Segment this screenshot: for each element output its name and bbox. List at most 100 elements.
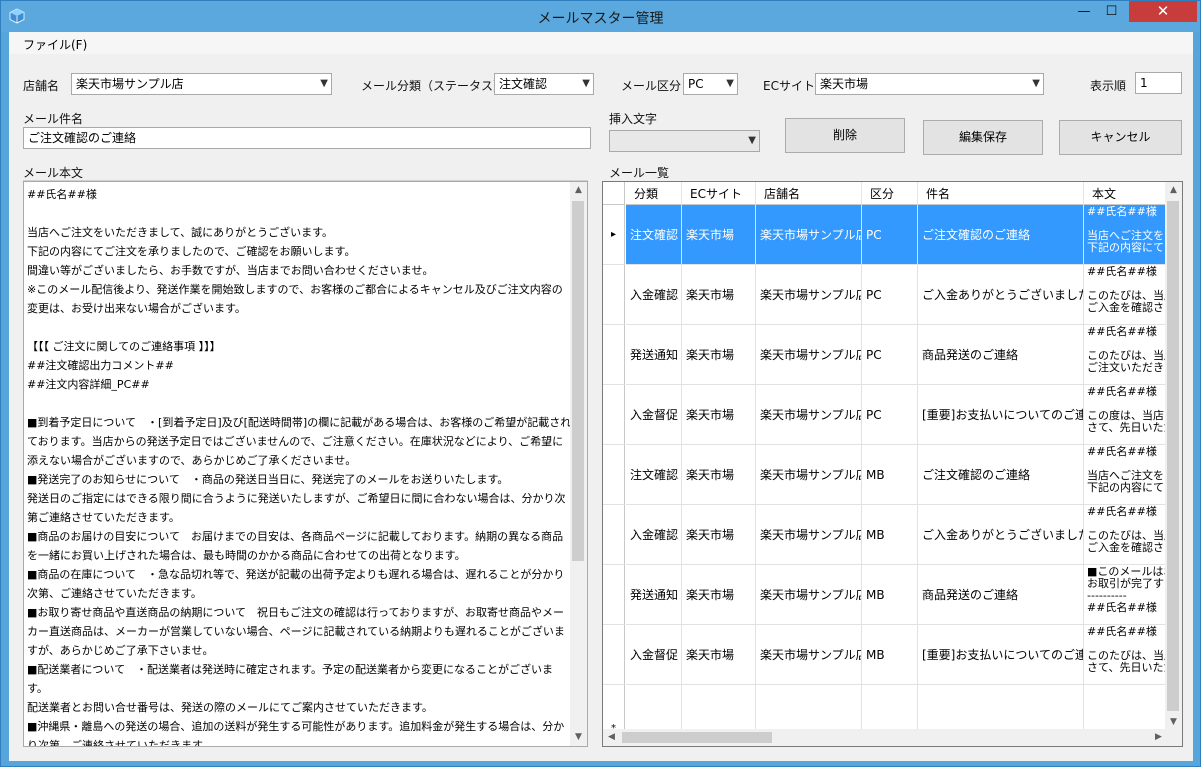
table-cell[interactable]: ##氏名##様 当店へご注文を 下記の内容にて bbox=[1084, 445, 1167, 505]
ec-select[interactable]: 楽天市場 ▼ bbox=[815, 73, 1044, 95]
table-cell[interactable]: 入金督促 bbox=[626, 385, 682, 445]
table-cell[interactable]: ##氏名##様 この度は、当店を さて、先日いただ bbox=[1084, 385, 1167, 445]
save-button[interactable]: 編集保存 bbox=[923, 120, 1043, 155]
column-header[interactable]: 本文 bbox=[1084, 182, 1167, 205]
table-cell[interactable]: 入金督促 bbox=[626, 625, 682, 685]
cancel-button[interactable]: キャンセル bbox=[1059, 120, 1182, 155]
table-cell[interactable]: 楽天市場サンプル店 bbox=[756, 505, 862, 565]
grid-vertical-scrollbar[interactable]: ▲ ▼ bbox=[1165, 182, 1182, 731]
table-cell[interactable]: ご注文確認のご連絡 bbox=[918, 205, 1084, 265]
table-cell[interactable]: [重要]お支払いについてのご連絡 bbox=[918, 625, 1084, 685]
table-cell[interactable]: PC bbox=[862, 325, 918, 385]
minimize-icon[interactable]: — bbox=[1070, 1, 1098, 22]
table-cell[interactable]: 入金確認 bbox=[626, 505, 682, 565]
table-row[interactable]: 入金確認 楽天市場 楽天市場サンプル店 PC ご入金ありがとうございました ##氏名##様… bbox=[603, 265, 1167, 325]
table-row[interactable]: 入金確認 楽天市場 楽天市場サンプル店 MB ご入金ありがとうございました ##氏名##様… bbox=[603, 505, 1167, 565]
new-row-marker[interactable]: * bbox=[603, 685, 625, 731]
table-cell[interactable] bbox=[1084, 685, 1167, 731]
table-cell[interactable] bbox=[918, 685, 1084, 731]
grid-horizontal-scrollbar[interactable]: ◀ ▶ bbox=[603, 729, 1167, 746]
table-cell[interactable]: 楽天市場サンプル店 bbox=[756, 445, 862, 505]
table-cell[interactable]: 楽天市場 bbox=[682, 505, 756, 565]
category-select[interactable]: 注文確認 ▼ bbox=[494, 73, 594, 95]
table-row[interactable]: 発送通知 楽天市場 楽天市場サンプル店 MB 商品発送のご連絡 ■このメールはお お取引が… bbox=[603, 565, 1167, 625]
table-row[interactable]: 発送通知 楽天市場 楽天市場サンプル店 PC 商品発送のご連絡 ##氏名##様 このたびは… bbox=[603, 325, 1167, 385]
row-header[interactable] bbox=[603, 325, 625, 385]
table-cell[interactable]: 発送通知 bbox=[626, 325, 682, 385]
scrollbar-thumb[interactable] bbox=[1167, 201, 1179, 711]
menu-file[interactable]: ファイル(F) bbox=[23, 36, 87, 53]
subject-input[interactable]: ご注文確認のご連絡 bbox=[23, 127, 591, 149]
insert-select[interactable]: ▼ bbox=[609, 130, 760, 152]
table-cell[interactable]: 発送通知 bbox=[626, 565, 682, 625]
table-row[interactable]: 入金督促 楽天市場 楽天市場サンプル店 MB [重要]お支払いについてのご連絡 ##氏名#… bbox=[603, 625, 1167, 685]
table-cell[interactable]: 楽天市場サンプル店 bbox=[756, 625, 862, 685]
table-cell[interactable]: 楽天市場サンプル店 bbox=[756, 205, 862, 265]
table-cell[interactable]: 商品発送のご連絡 bbox=[918, 325, 1084, 385]
table-row[interactable]: 注文確認 楽天市場 楽天市場サンプル店 MB ご注文確認のご連絡 ##氏名##様 当店へご… bbox=[603, 445, 1167, 505]
scrollbar-thumb[interactable] bbox=[622, 732, 772, 743]
table-cell[interactable] bbox=[682, 685, 756, 731]
column-header[interactable]: 分類 bbox=[626, 182, 682, 205]
table-cell[interactable]: ご注文確認のご連絡 bbox=[918, 445, 1084, 505]
row-header[interactable] bbox=[603, 565, 625, 625]
table-cell[interactable]: 楽天市場 bbox=[682, 565, 756, 625]
table-cell[interactable] bbox=[756, 685, 862, 731]
table-cell[interactable]: ##氏名##様 このたびは、当店 ご注文いただきま bbox=[1084, 325, 1167, 385]
row-header[interactable] bbox=[603, 445, 625, 505]
table-cell[interactable] bbox=[626, 685, 682, 731]
table-cell[interactable]: ##氏名##様 このたびは、当店 さて、先日いただ bbox=[1084, 625, 1167, 685]
scroll-down-icon[interactable]: ▼ bbox=[570, 729, 587, 746]
column-header[interactable]: 店舗名 bbox=[756, 182, 862, 205]
table-cell[interactable]: 楽天市場 bbox=[682, 385, 756, 445]
table-cell[interactable]: ##氏名##様 当店へご注文を 下記の内容にて bbox=[1084, 205, 1167, 265]
table-cell[interactable]: 楽天市場 bbox=[682, 625, 756, 685]
table-cell[interactable]: MB bbox=[862, 625, 918, 685]
title-bar[interactable]: メールマスター管理 — ☐ ✕ bbox=[1, 1, 1200, 32]
table-cell[interactable]: 注文確認 bbox=[626, 205, 682, 265]
shop-select[interactable]: 楽天市場サンプル店 ▼ bbox=[71, 73, 332, 95]
new-row[interactable]: * bbox=[603, 685, 1167, 731]
row-header[interactable]: ▸ bbox=[603, 205, 625, 265]
table-cell[interactable]: ##氏名##様 このたびは、当店 ご入金を確認さ bbox=[1084, 265, 1167, 325]
body-scrollbar[interactable]: ▲ ▼ bbox=[570, 182, 587, 746]
table-cell[interactable]: MB bbox=[862, 445, 918, 505]
table-cell[interactable]: ご入金ありがとうございました bbox=[918, 265, 1084, 325]
column-header[interactable]: ECサイト bbox=[682, 182, 756, 205]
table-cell[interactable]: ##氏名##様 このたびは、当店 ご入金を確認さ bbox=[1084, 505, 1167, 565]
table-cell[interactable]: 楽天市場 bbox=[682, 265, 756, 325]
table-cell[interactable]: 注文確認 bbox=[626, 445, 682, 505]
table-cell[interactable]: 楽天市場 bbox=[682, 205, 756, 265]
table-cell[interactable]: MB bbox=[862, 505, 918, 565]
table-cell[interactable]: PC bbox=[862, 265, 918, 325]
table-cell[interactable] bbox=[862, 685, 918, 731]
table-cell[interactable]: 商品発送のご連絡 bbox=[918, 565, 1084, 625]
table-cell[interactable]: [重要]お支払いについてのご連絡 bbox=[918, 385, 1084, 445]
table-row[interactable]: ▸ 注文確認 楽天市場 楽天市場サンプル店 PC ご注文確認のご連絡 ##氏名##様 当店へ… bbox=[603, 205, 1167, 265]
table-cell[interactable]: MB bbox=[862, 565, 918, 625]
column-header[interactable]: 区分 bbox=[862, 182, 918, 205]
table-cell[interactable]: 楽天市場サンプル店 bbox=[756, 385, 862, 445]
table-cell[interactable]: PC bbox=[862, 205, 918, 265]
table-cell[interactable]: ご入金ありがとうございました bbox=[918, 505, 1084, 565]
table-cell[interactable]: 入金確認 bbox=[626, 265, 682, 325]
table-cell[interactable]: 楽天市場サンプル店 bbox=[756, 325, 862, 385]
column-header[interactable]: 件名 bbox=[918, 182, 1084, 205]
table-cell[interactable]: PC bbox=[862, 385, 918, 445]
body-textarea[interactable]: ##氏名##様 当店へご注文をいただきまして、誠にありがとうございます。 下記の… bbox=[23, 181, 588, 747]
table-cell[interactable]: ■このメールはお お取引が完了す ---------- ##氏名##様 bbox=[1084, 565, 1167, 625]
scroll-up-icon[interactable]: ▲ bbox=[570, 182, 587, 199]
delete-button[interactable]: 削除 bbox=[785, 118, 905, 153]
kubun-select[interactable]: PC ▼ bbox=[683, 73, 738, 95]
table-cell[interactable]: 楽天市場サンプル店 bbox=[756, 265, 862, 325]
row-header[interactable] bbox=[603, 505, 625, 565]
table-cell[interactable]: 楽天市場サンプル店 bbox=[756, 565, 862, 625]
scrollbar-thumb[interactable] bbox=[572, 201, 584, 561]
row-header[interactable] bbox=[603, 625, 625, 685]
table-row[interactable]: 入金督促 楽天市場 楽天市場サンプル店 PC [重要]お支払いについてのご連絡 ##氏名#… bbox=[603, 385, 1167, 445]
scroll-up-icon[interactable]: ▲ bbox=[1165, 182, 1182, 199]
row-header[interactable] bbox=[603, 385, 625, 445]
close-icon[interactable]: ✕ bbox=[1129, 1, 1197, 22]
row-header[interactable] bbox=[603, 265, 625, 325]
table-cell[interactable]: 楽天市場 bbox=[682, 325, 756, 385]
